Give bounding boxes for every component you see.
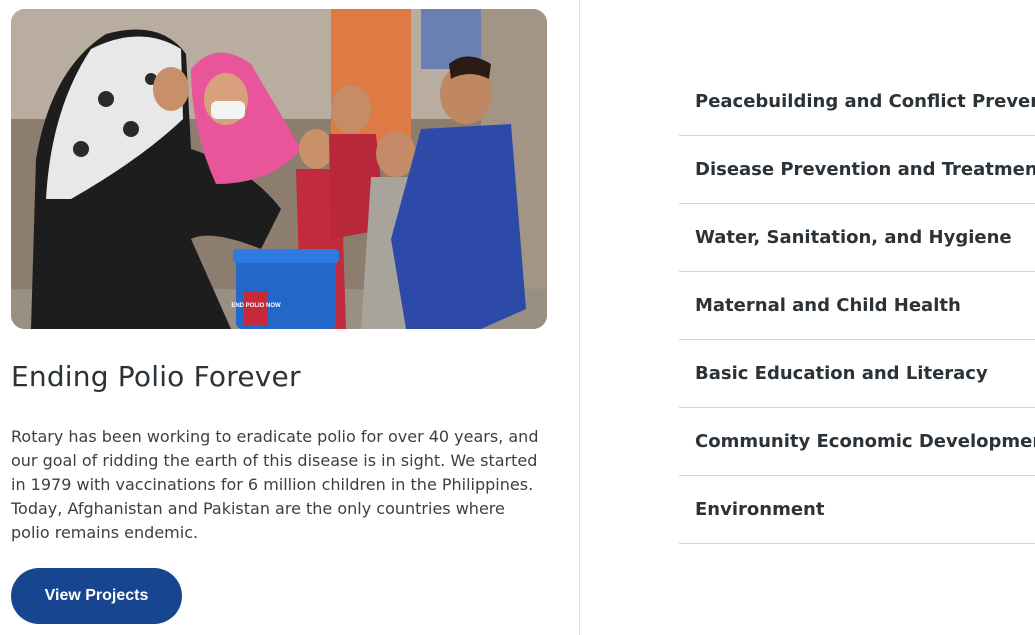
topic-economic-development[interactable]: Community Economic Development	[679, 408, 1035, 476]
page: END POLIO NOW Ending Polio Forever Rotar…	[0, 0, 1035, 635]
feature-photo: END POLIO NOW	[11, 9, 547, 329]
topic-peacebuilding[interactable]: Peacebuilding and Conflict Prevention	[679, 68, 1035, 136]
topic-maternal-child-health[interactable]: Maternal and Child Health	[679, 272, 1035, 340]
feature-title: Ending Polio Forever	[11, 360, 301, 393]
topic-disease-prevention[interactable]: Disease Prevention and Treatment	[679, 136, 1035, 204]
topic-environment[interactable]: Environment	[679, 476, 1035, 544]
topic-water-sanitation[interactable]: Water, Sanitation, and Hygiene	[679, 204, 1035, 272]
topic-basic-education[interactable]: Basic Education and Literacy	[679, 340, 1035, 408]
areas-of-focus-list: Peacebuilding and Conflict Prevention Di…	[679, 68, 1035, 544]
feature-description: Rotary has been working to eradicate pol…	[11, 427, 539, 542]
cooler-label: END POLIO NOW	[231, 303, 281, 309]
view-projects-button[interactable]: View Projects	[11, 568, 182, 624]
column-divider	[579, 0, 580, 635]
feature-card: END POLIO NOW Ending Polio Forever Rotar…	[0, 0, 579, 635]
